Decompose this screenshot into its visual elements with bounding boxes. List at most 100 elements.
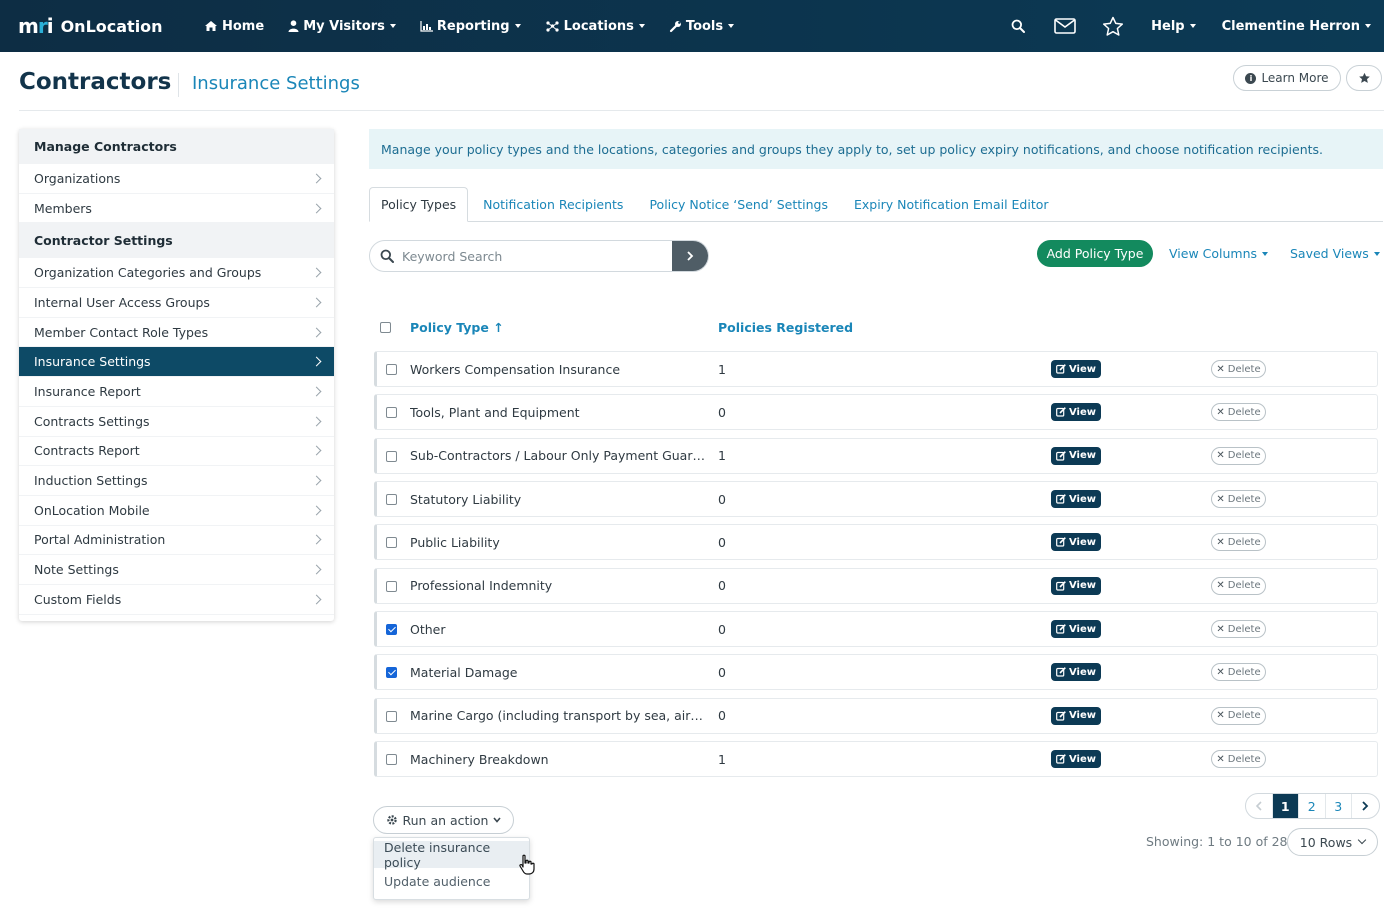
table-row[interactable]: Machinery Breakdown 1 View ✕ Delete xyxy=(374,741,1378,778)
edit-icon xyxy=(1056,450,1066,461)
learn-more-button[interactable]: i Learn More xyxy=(1233,65,1341,91)
sidebar-item-insurance-settings[interactable]: Insurance Settings xyxy=(19,347,334,378)
view-button[interactable]: View xyxy=(1051,576,1101,595)
delete-button[interactable]: ✕ Delete xyxy=(1211,620,1266,639)
select-all-checkbox[interactable] xyxy=(380,322,391,333)
row-checkbox[interactable] xyxy=(386,624,397,636)
row-checkbox[interactable] xyxy=(386,754,397,766)
menu-item-delete-insurance-policy[interactable]: Delete insurance policy xyxy=(374,840,529,870)
delete-button[interactable]: ✕ Delete xyxy=(1211,663,1266,682)
sidebar-item-label: Contracts Settings xyxy=(34,413,150,429)
view-label: View xyxy=(1068,710,1096,722)
table-row[interactable]: Workers Compensation Insurance 1 View ✕ Dele… xyxy=(374,351,1378,387)
view-button[interactable]: View xyxy=(1051,403,1101,422)
table-row[interactable]: Professional Indemnity 0 View ✕ Delete xyxy=(374,567,1378,604)
edit-icon xyxy=(1056,407,1066,417)
sidebar-item-member-contact-role-types[interactable]: Member Contact Role Types xyxy=(19,318,334,348)
row-checkbox[interactable] xyxy=(386,494,397,506)
table-row[interactable]: Marine Cargo (including transport by sea… xyxy=(374,697,1378,734)
column-policies-registered[interactable]: Policies Registered xyxy=(718,320,853,335)
nav-messages-button[interactable] xyxy=(1041,0,1089,52)
tab-expiry-notification-email-editor[interactable]: Expiry Notification Email Editor xyxy=(843,187,1060,221)
delete-button[interactable]: ✕ Delete xyxy=(1211,490,1266,509)
view-button[interactable]: View xyxy=(1051,706,1101,725)
delete-button[interactable]: ✕ Delete xyxy=(1211,446,1266,465)
menu-item-update-audience[interactable]: Update audience xyxy=(374,868,529,895)
nav-reporting[interactable]: Reporting xyxy=(420,19,521,34)
pagination-page-3[interactable]: 3 xyxy=(1326,794,1352,818)
edit-icon xyxy=(1056,364,1066,374)
search-submit-button[interactable] xyxy=(672,241,708,271)
table-row[interactable]: Material Damage 0 View ✕ Delete xyxy=(374,654,1378,691)
delete-button[interactable]: ✕ Delete xyxy=(1211,576,1266,595)
view-button[interactable]: View xyxy=(1051,620,1101,639)
nav-help[interactable]: Help xyxy=(1151,19,1196,34)
sidebar-item-note-settings[interactable]: Note Settings xyxy=(19,555,334,585)
brand-logo[interactable]: mri OnLocation xyxy=(18,14,178,38)
chevron-right-icon xyxy=(311,445,322,456)
view-columns-dropdown[interactable]: View Columns xyxy=(1169,246,1269,261)
tab-policy-notice-send-settings[interactable]: Policy Notice ‘Send’ Settings xyxy=(638,187,839,221)
nav-my-visitors[interactable]: My Visitors xyxy=(288,19,396,34)
nav-tools[interactable]: Tools xyxy=(669,19,735,34)
delete-button[interactable]: ✕ Delete xyxy=(1211,533,1266,552)
favorite-page-button[interactable] xyxy=(1346,65,1382,91)
pagination-next-button[interactable] xyxy=(1352,794,1379,818)
row-checkbox[interactable] xyxy=(386,710,397,722)
view-button[interactable]: View xyxy=(1051,750,1101,769)
add-policy-type-button[interactable]: Add Policy Type xyxy=(1037,240,1153,267)
row-checkbox[interactable] xyxy=(386,537,397,549)
delete-button[interactable]: ✕ Delete xyxy=(1211,750,1266,769)
close-icon: ✕ xyxy=(1216,406,1225,418)
policies-registered-count: 1 xyxy=(718,751,726,767)
table-row[interactable]: Sub-Contractors / Labour Only Payment Gu… xyxy=(374,437,1378,474)
search-input[interactable] xyxy=(402,248,672,264)
sidebar-item-organization-categories[interactable]: Organization Categories and Groups xyxy=(19,258,334,289)
sidebar-item-contracts-report[interactable]: Contracts Report xyxy=(19,437,334,467)
run-action-dropdown[interactable]: Run an action xyxy=(373,806,514,834)
nav-home[interactable]: Home xyxy=(204,19,264,34)
pagination-prev-button[interactable] xyxy=(1246,794,1273,818)
sidebar-item-insurance-report[interactable]: Insurance Report xyxy=(19,377,334,407)
nav-home-label: Home xyxy=(222,18,265,34)
tab-policy-types[interactable]: Policy Types xyxy=(369,187,469,222)
view-button[interactable]: View xyxy=(1051,663,1101,682)
rows-per-page-label: 10 Rows xyxy=(1299,834,1353,850)
pagination-page-2[interactable]: 2 xyxy=(1299,794,1326,818)
table-row[interactable]: Tools, Plant and Equipment 0 View ✕ Delete xyxy=(374,394,1378,431)
row-checkbox[interactable] xyxy=(386,450,397,462)
view-button[interactable]: View xyxy=(1051,490,1101,509)
row-checkbox[interactable] xyxy=(386,580,397,592)
row-checkbox[interactable] xyxy=(386,667,397,679)
pagination-page-1[interactable]: 1 xyxy=(1272,794,1299,818)
sidebar-item-onlocation-mobile[interactable]: OnLocation Mobile xyxy=(19,496,334,526)
nav-locations[interactable]: Locations xyxy=(545,19,645,34)
nav-search-button[interactable] xyxy=(995,0,1041,52)
saved-views-dropdown[interactable]: Saved Views xyxy=(1290,246,1380,261)
sidebar-item-internal-user-access-groups[interactable]: Internal User Access Groups xyxy=(19,288,334,318)
sidebar-item-induction-settings[interactable]: Induction Settings xyxy=(19,466,334,496)
sidebar-item-portal-administration[interactable]: Portal Administration xyxy=(19,526,334,556)
row-checkbox[interactable] xyxy=(386,364,397,375)
table-row[interactable]: Public Liability 0 View ✕ Delete xyxy=(374,524,1378,561)
sidebar-item-members[interactable]: Members xyxy=(19,194,334,224)
hand-pointer-cursor-icon xyxy=(519,854,535,875)
tab-notification-recipients[interactable]: Notification Recipients xyxy=(472,187,634,221)
rows-per-page-dropdown[interactable]: 10 Rows xyxy=(1287,828,1378,856)
sidebar-item-organizations[interactable]: Organizations xyxy=(19,164,334,194)
view-button[interactable]: View xyxy=(1051,446,1101,465)
column-policy-type[interactable]: Policy Type ↑ xyxy=(410,320,504,335)
sidebar-item-contracts-settings[interactable]: Contracts Settings xyxy=(19,407,334,437)
view-button[interactable]: View xyxy=(1051,360,1101,378)
delete-button[interactable]: ✕ Delete xyxy=(1211,706,1266,725)
sidebar-item-custom-fields[interactable]: Custom Fields xyxy=(19,585,334,615)
nav-user-menu[interactable]: Clementine Herron xyxy=(1222,19,1371,34)
table-row[interactable]: Statutory Liability 0 View ✕ Delete xyxy=(374,481,1378,518)
page-title: Contractors xyxy=(19,69,172,95)
nav-favorites-button[interactable] xyxy=(1089,0,1137,52)
view-button[interactable]: View xyxy=(1051,533,1101,552)
delete-button[interactable]: ✕ Delete xyxy=(1211,360,1266,378)
table-row[interactable]: Other 0 View ✕ Delete xyxy=(374,611,1378,648)
row-checkbox[interactable] xyxy=(386,407,397,419)
delete-button[interactable]: ✕ Delete xyxy=(1211,403,1266,422)
